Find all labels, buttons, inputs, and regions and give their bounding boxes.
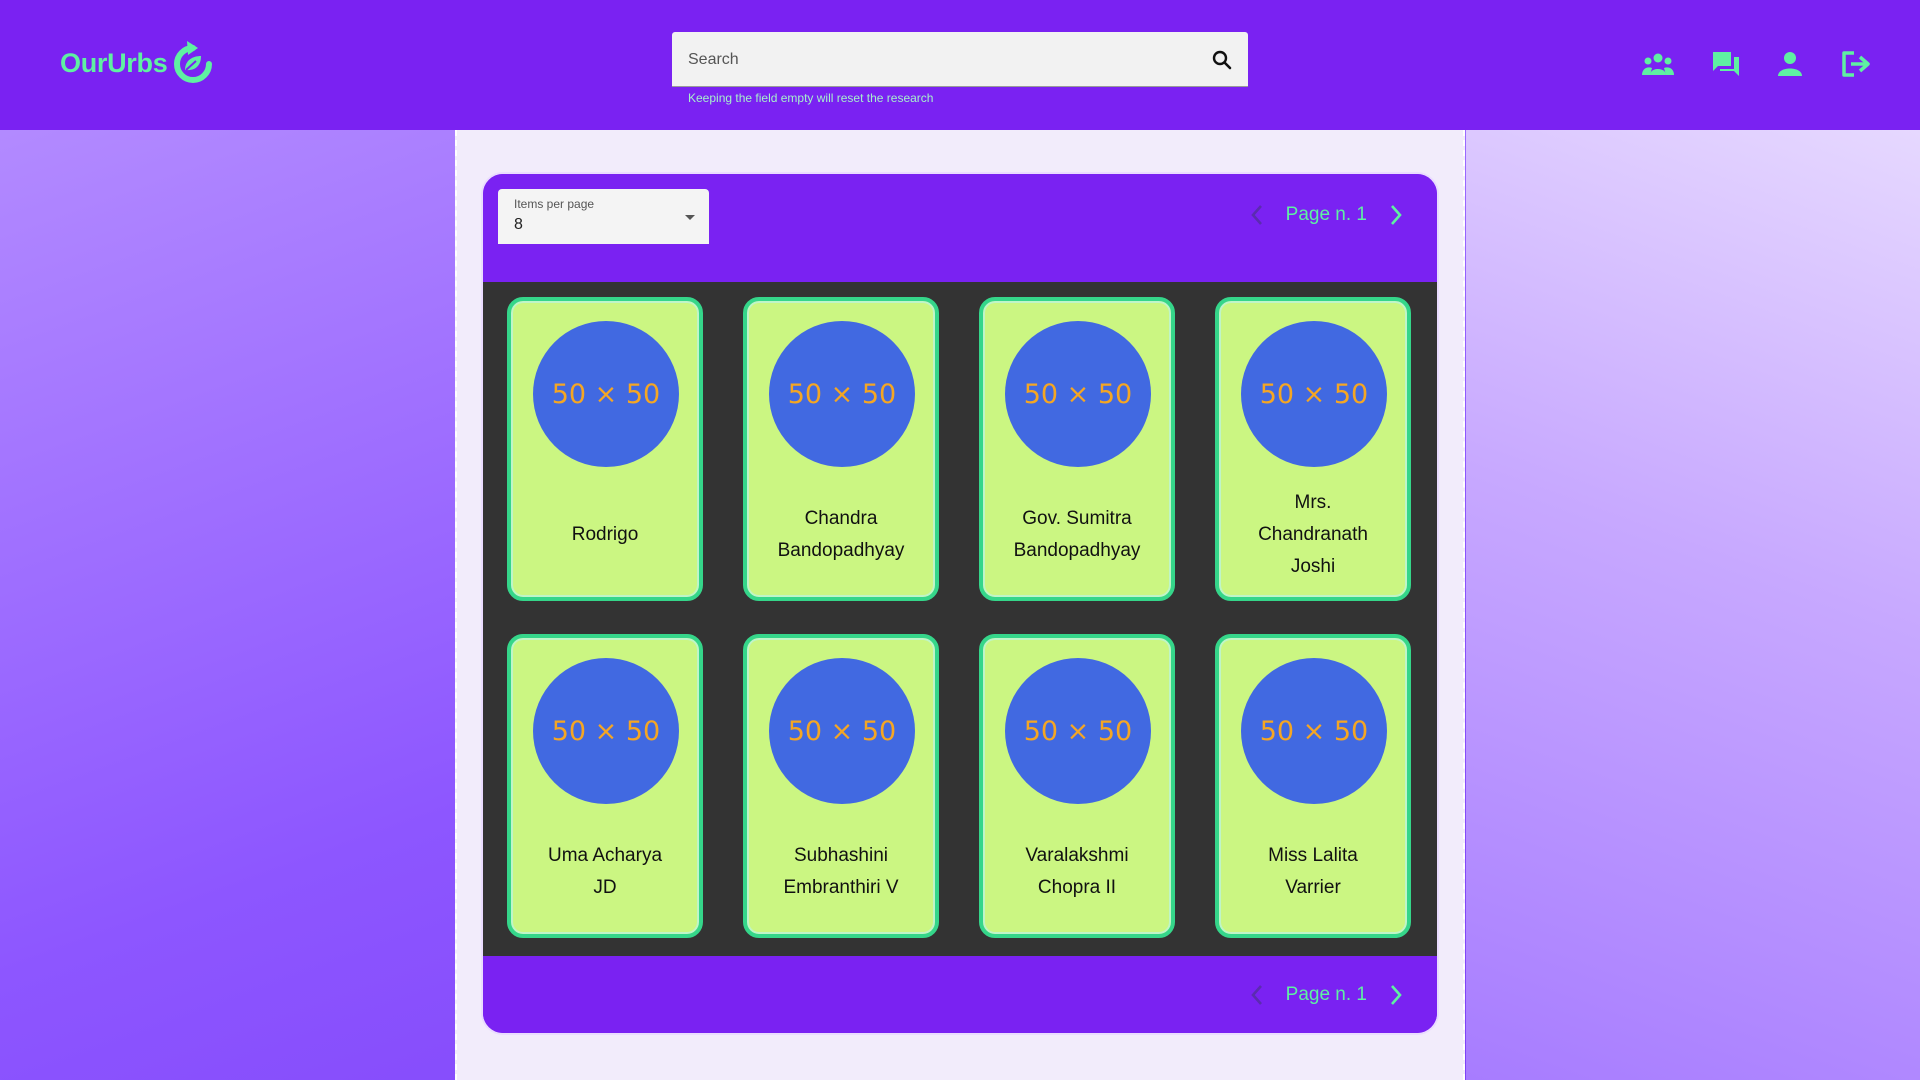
top-app-bar: OurUrbs Keeping the field empty will res… bbox=[0, 0, 1920, 130]
search-input[interactable] bbox=[672, 32, 1172, 87]
items-per-page-select[interactable]: Items per page 8 bbox=[498, 189, 709, 244]
previous-page-button[interactable] bbox=[1242, 980, 1272, 1010]
user-card[interactable]: 50 × 50 Uma Acharya JD bbox=[507, 634, 703, 938]
user-name: Chandra Bandopadhyay bbox=[777, 508, 905, 561]
user-name: Miss Lalita Varrier bbox=[1268, 845, 1358, 898]
user-card[interactable]: 50 × 50 Chandra Bandopadhyay bbox=[743, 297, 939, 601]
nav-icons bbox=[1640, 48, 1874, 80]
avatar-placeholder: 50 × 50 bbox=[1241, 321, 1387, 467]
groups-icon[interactable] bbox=[1640, 48, 1676, 80]
forum-icon[interactable] bbox=[1708, 48, 1744, 80]
avatar-placeholder: 50 × 50 bbox=[533, 658, 679, 804]
avatar-placeholder: 50 × 50 bbox=[533, 321, 679, 467]
user-card[interactable]: 50 × 50 Subhashini Embranthiri V bbox=[743, 634, 939, 938]
search-hint: Keeping the field empty will reset the r… bbox=[688, 91, 934, 105]
user-card-grid: 50 × 50 Rodrigo 50 × 50 Chandra Bandopad… bbox=[483, 282, 1437, 956]
logout-icon[interactable] bbox=[1838, 48, 1874, 80]
items-per-page-label: Items per page bbox=[514, 197, 595, 211]
background-panel-right bbox=[1466, 130, 1920, 1080]
next-page-button[interactable] bbox=[1381, 980, 1411, 1010]
user-name: Uma Acharya JD bbox=[547, 845, 663, 898]
user-card[interactable]: 50 × 50 Miss Lalita Varrier bbox=[1215, 634, 1411, 938]
pagination-bottom: Page n. 1 bbox=[483, 956, 1437, 1033]
pager-controls-bottom: Page n. 1 bbox=[1242, 980, 1411, 1010]
app-logo[interactable]: OurUrbs bbox=[60, 38, 215, 88]
user-card[interactable]: 50 × 50 Varalakshmi Chopra II bbox=[979, 634, 1175, 938]
previous-page-button[interactable] bbox=[1242, 200, 1272, 230]
users-list-container: Items per page 8 Page n. 1 50 × 50 Rodri… bbox=[481, 172, 1439, 1035]
avatar-placeholder: 50 × 50 bbox=[1005, 321, 1151, 467]
avatar-placeholder: 50 × 50 bbox=[769, 321, 915, 467]
pagination-top: Items per page 8 Page n. 1 bbox=[483, 174, 1437, 282]
user-name: Mrs. Chandranath Joshi bbox=[1258, 492, 1368, 577]
pager-controls-top: Page n. 1 bbox=[1242, 200, 1411, 230]
chevron-right-icon bbox=[1391, 985, 1402, 1005]
items-per-page-value: 8 bbox=[514, 216, 523, 233]
user-name: Gov. Sumitra Bandopadhyay bbox=[1013, 508, 1141, 561]
user-card[interactable]: 50 × 50 Gov. Sumitra Bandopadhyay bbox=[979, 297, 1175, 601]
chevron-left-icon bbox=[1250, 985, 1262, 1005]
search-box bbox=[672, 32, 1248, 87]
user-name: Subhashini Embranthiri V bbox=[783, 845, 899, 898]
chevron-right-icon bbox=[1391, 205, 1402, 225]
user-card[interactable]: 50 × 50 Mrs. Chandranath Joshi bbox=[1215, 297, 1411, 601]
dropdown-arrow-icon bbox=[685, 215, 695, 220]
person-icon[interactable] bbox=[1772, 48, 1808, 80]
user-name: Rodrigo bbox=[571, 524, 639, 545]
next-page-button[interactable] bbox=[1381, 200, 1411, 230]
search-field-wrapper: Keeping the field empty will reset the r… bbox=[672, 32, 1248, 105]
user-card[interactable]: 50 × 50 Rodrigo bbox=[507, 297, 703, 601]
avatar-placeholder: 50 × 50 bbox=[1241, 658, 1387, 804]
app-name: OurUrbs bbox=[60, 47, 168, 78]
avatar-placeholder: 50 × 50 bbox=[769, 658, 915, 804]
logo-recycle-leaf-icon bbox=[174, 41, 213, 83]
user-name: Varalakshmi Chopra II bbox=[1025, 845, 1129, 898]
avatar-placeholder: 50 × 50 bbox=[1005, 658, 1151, 804]
page-label: Page n. 1 bbox=[1285, 204, 1367, 225]
search-icon[interactable] bbox=[1210, 48, 1234, 72]
page-label: Page n. 1 bbox=[1285, 984, 1367, 1005]
chevron-left-icon bbox=[1250, 205, 1262, 225]
